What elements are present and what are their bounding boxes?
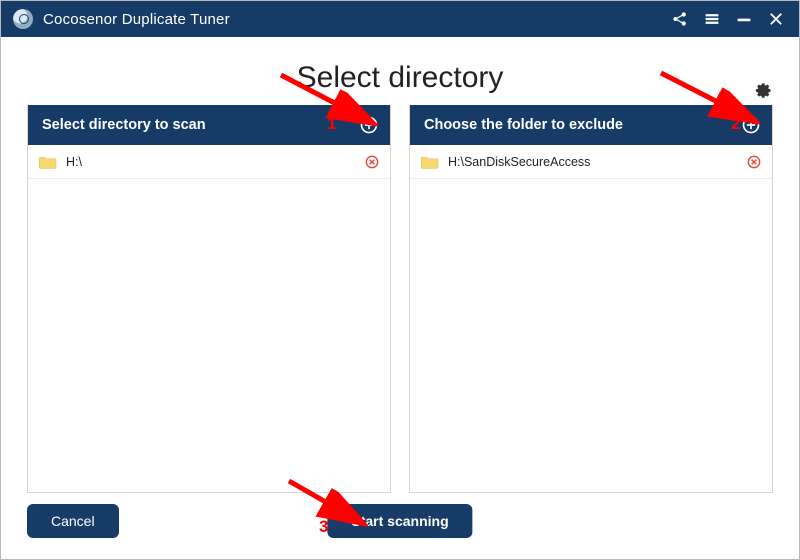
content-area: Select directory Select directory to sca… bbox=[1, 37, 799, 559]
close-icon[interactable] bbox=[765, 8, 787, 30]
app-window: Cocosenor Duplicate Tuner Select directo… bbox=[0, 0, 800, 560]
list-item: H:\ bbox=[28, 145, 390, 179]
add-scan-folder-button[interactable] bbox=[358, 114, 380, 136]
gear-icon bbox=[751, 77, 773, 99]
exclude-panel-header: Choose the folder to exclude bbox=[410, 105, 772, 145]
page-title: Select directory bbox=[297, 61, 504, 95]
remove-circle-icon bbox=[747, 155, 761, 169]
panels: Select directory to scan H:\ bbox=[27, 105, 773, 493]
remove-scan-folder-button[interactable] bbox=[364, 154, 380, 170]
start-scanning-button[interactable]: Start scanning bbox=[327, 504, 472, 538]
list-item: H:\SanDiskSecureAccess bbox=[410, 145, 772, 179]
folder-icon bbox=[38, 154, 58, 170]
settings-button[interactable] bbox=[751, 77, 773, 99]
footer: Cancel Start scanning bbox=[27, 493, 773, 549]
scan-panel-header-label: Select directory to scan bbox=[42, 117, 206, 133]
folder-icon bbox=[420, 154, 440, 170]
scan-panel: Select directory to scan H:\ bbox=[27, 105, 391, 493]
add-exclude-folder-button[interactable] bbox=[740, 114, 762, 136]
folder-path: H:\SanDiskSecureAccess bbox=[448, 155, 590, 169]
exclude-panel: Choose the folder to exclude H:\SanDiskS… bbox=[409, 105, 773, 493]
cancel-button[interactable]: Cancel bbox=[27, 504, 119, 538]
plus-circle-icon bbox=[741, 115, 761, 135]
page-title-row: Select directory bbox=[27, 51, 773, 105]
remove-exclude-folder-button[interactable] bbox=[746, 154, 762, 170]
share-icon[interactable] bbox=[669, 8, 691, 30]
plus-circle-icon bbox=[359, 115, 379, 135]
folder-path: H:\ bbox=[66, 155, 82, 169]
scan-panel-header: Select directory to scan bbox=[28, 105, 390, 145]
app-logo-icon bbox=[13, 9, 33, 29]
menu-icon[interactable] bbox=[701, 8, 723, 30]
exclude-panel-header-label: Choose the folder to exclude bbox=[424, 117, 623, 133]
minimize-icon[interactable] bbox=[733, 8, 755, 30]
remove-circle-icon bbox=[365, 155, 379, 169]
exclude-panel-body: H:\SanDiskSecureAccess bbox=[410, 145, 772, 492]
app-title: Cocosenor Duplicate Tuner bbox=[43, 11, 230, 28]
scan-panel-body: H:\ bbox=[28, 145, 390, 492]
titlebar: Cocosenor Duplicate Tuner bbox=[1, 1, 799, 37]
